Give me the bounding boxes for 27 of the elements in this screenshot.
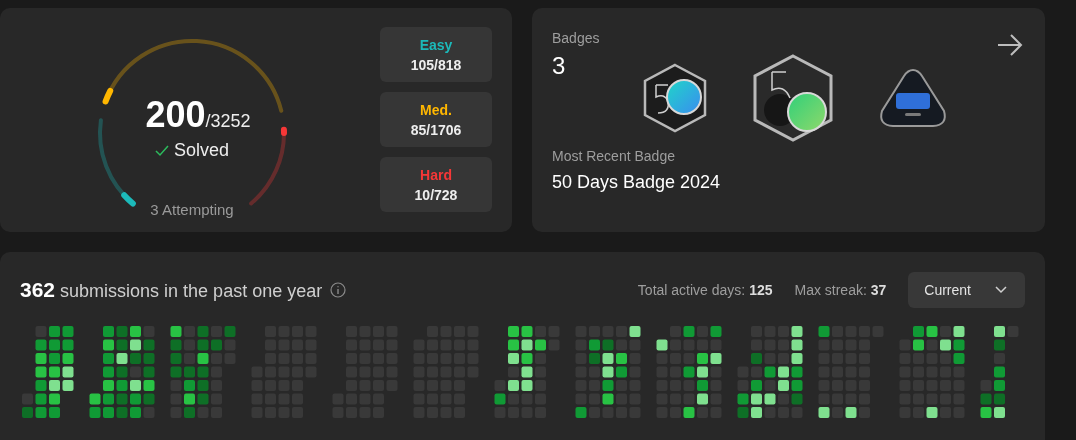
recent-badge-label: Most Recent Badge: [552, 148, 675, 164]
badges-label: Badges: [552, 30, 600, 46]
info-icon[interactable]: [330, 282, 347, 298]
badges-count: 3: [552, 52, 567, 80]
badge-icon[interactable]: [751, 54, 834, 142]
period-dropdown[interactable]: Current: [908, 272, 1025, 308]
difficulty-count: 85/1706: [410, 121, 462, 138]
badge-icon[interactable]: [877, 67, 948, 129]
max-streak-stat: Max streak: 37: [794, 282, 887, 298]
check-icon: [154, 144, 169, 157]
badge-icon[interactable]: [641, 63, 708, 133]
arrow-right-icon[interactable]: [997, 34, 1023, 56]
progress-arc: [280, 126, 287, 136]
difficulty-label: Med.: [420, 101, 452, 118]
difficulty-label: Hard: [420, 166, 452, 183]
difficulty-count: 10/728: [414, 186, 458, 203]
solved-count: 200/3252: [144, 94, 251, 136]
active-days-stat: Total active days: 125: [637, 282, 773, 298]
difficulty-count: 105/818: [410, 56, 462, 73]
chevron-down-icon: [995, 286, 1007, 294]
progress-arc: [102, 87, 114, 105]
attempting-count: 3 Attempting: [149, 201, 235, 218]
recent-badge-name: 50 Days Badge 2024: [552, 172, 722, 193]
difficulty-label: Easy: [419, 36, 453, 53]
progress-arc: [121, 192, 136, 207]
solved-label: Solved: [173, 140, 229, 161]
submissions-summary: 362 submissions in the past one year: [20, 278, 323, 302]
